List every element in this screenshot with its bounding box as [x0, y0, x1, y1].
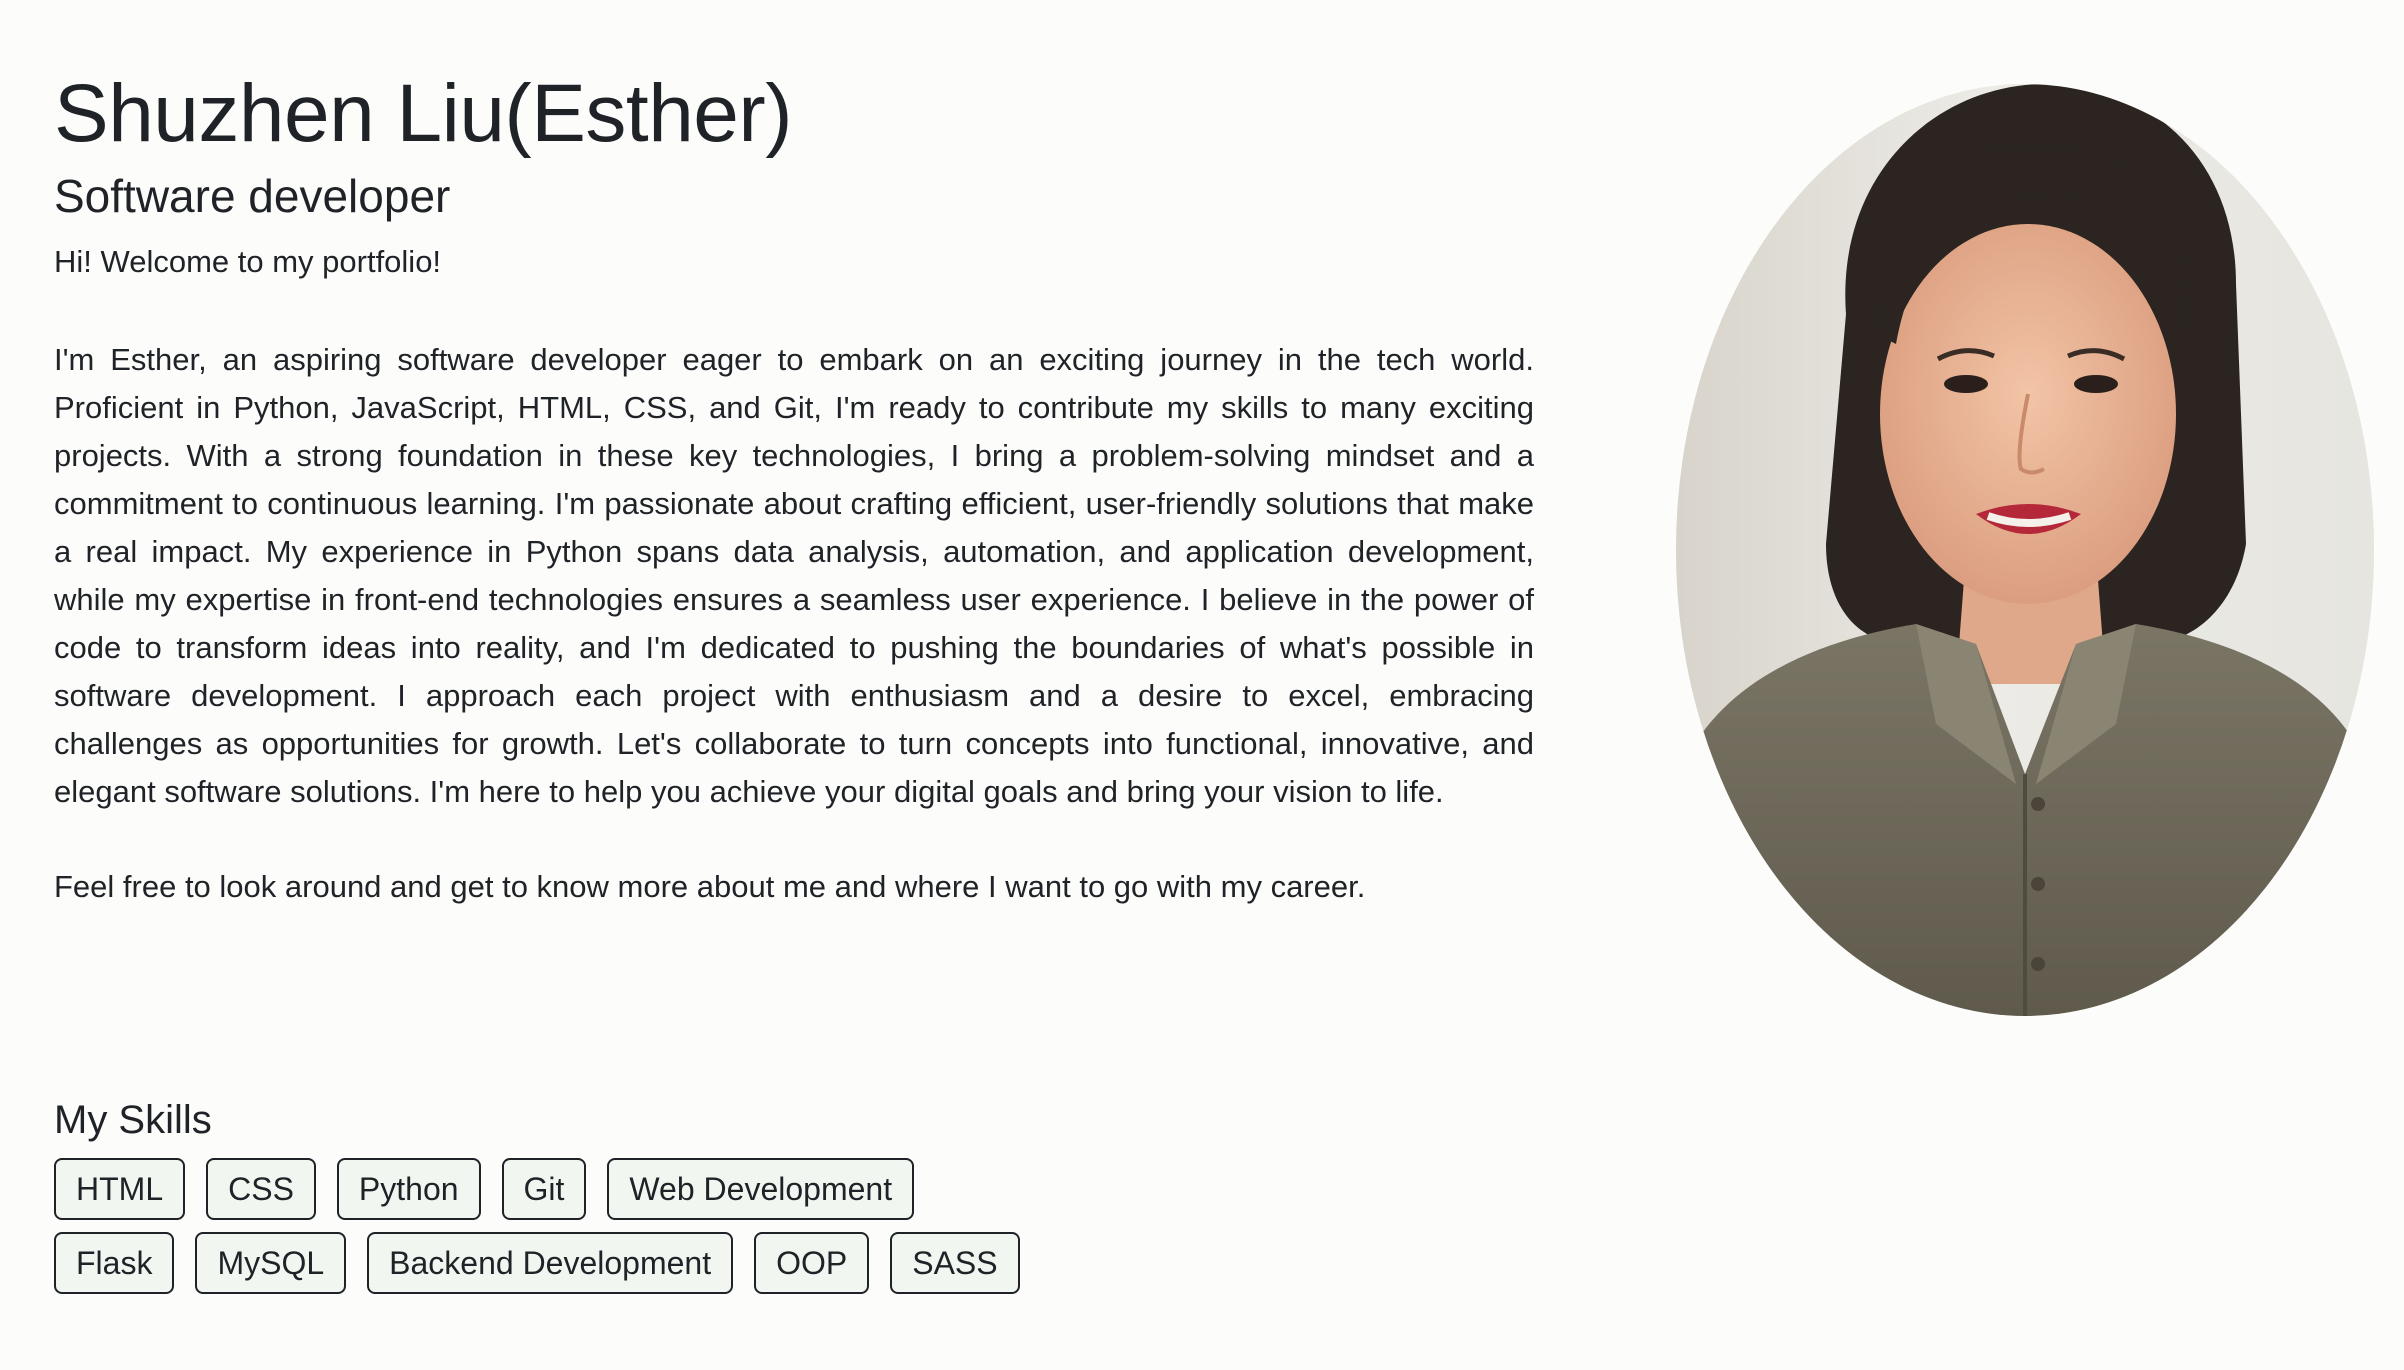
skill-tag-css[interactable]: CSS — [206, 1158, 316, 1220]
skills-heading: My Skills — [54, 1098, 212, 1142]
skill-tag-oop[interactable]: OOP — [754, 1232, 870, 1294]
skill-tag-html[interactable]: HTML — [54, 1158, 186, 1220]
bio-paragraph: I'm Esther, an aspiring software develop… — [54, 342, 1534, 809]
skill-tag-python[interactable]: Python — [336, 1158, 481, 1220]
profile-portrait-illustration — [1676, 84, 2374, 1016]
skill-tag-backend-development[interactable]: Backend Development — [367, 1232, 734, 1294]
skill-tag-sass[interactable]: SASS — [890, 1232, 1020, 1294]
skill-tag-list: HTML CSS Python Git Web Development Flas… — [54, 1158, 1054, 1294]
skill-tag-mysql[interactable]: MySQL — [195, 1232, 347, 1294]
job-title: Software developer — [54, 170, 451, 222]
skills-section: My Skills HTML CSS Python Git Web Develo… — [54, 1090, 1534, 1294]
skill-tag-git[interactable]: Git — [501, 1158, 587, 1220]
skill-tag-web-development[interactable]: Web Development — [607, 1158, 915, 1220]
closing-text: Feel free to look around and get to know… — [54, 869, 1366, 904]
intro-section: Shuzhen Liu(Esther) Software developer H… — [54, 64, 1534, 910]
page-title: Shuzhen Liu(Esther) — [54, 68, 793, 159]
greeting-text: Hi! Welcome to my portfolio! — [54, 244, 442, 279]
profile-photo — [1676, 84, 2374, 1016]
skill-tag-flask[interactable]: Flask — [54, 1232, 175, 1294]
